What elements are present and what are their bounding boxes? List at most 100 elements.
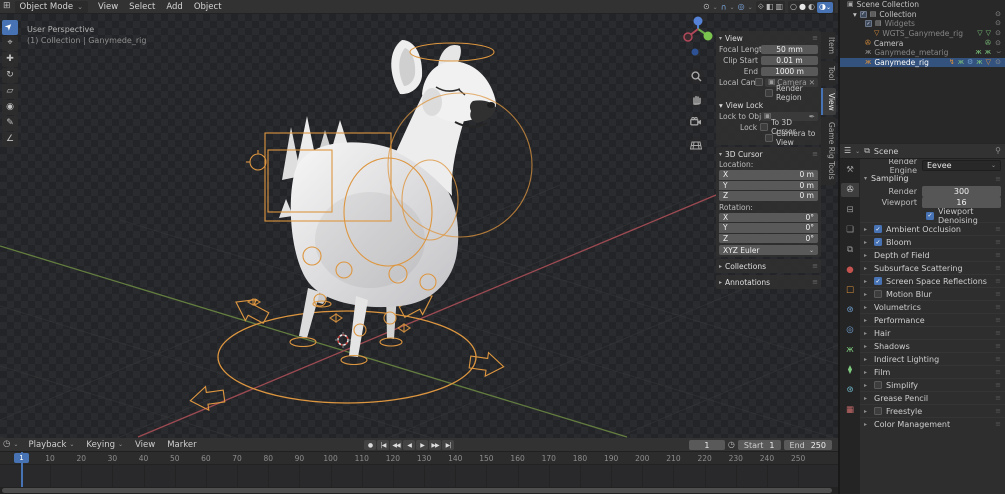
menu-select[interactable]: Select (129, 2, 155, 12)
properties-tab-view-layer[interactable]: ❏ (841, 223, 859, 237)
panel-bloom[interactable]: ▸ ✓ Bloom ≡ (860, 235, 1005, 248)
sidebar-tab-game-rig-tools[interactable]: Game Rig Tools (821, 117, 836, 186)
transform-tool[interactable]: ◉ (2, 100, 18, 115)
to-3d-cursor-checkbox[interactable] (760, 123, 769, 131)
modifier-icon[interactable]: ⚙ (967, 58, 973, 66)
timeline-editor-icon[interactable]: ◷ ⌄ (3, 440, 18, 449)
properties-tab-scene[interactable]: ⧉ (841, 243, 859, 257)
navigation-gizmo[interactable] (682, 16, 716, 60)
eye-open-icon[interactable]: ⊙ (995, 20, 1001, 27)
shape-icon[interactable]: ▽ (986, 58, 991, 66)
pivot-point-icon[interactable]: ⊙ (703, 3, 710, 11)
cursor-location-field[interactable]: X 0 m (719, 170, 818, 180)
panel-checkbox[interactable] (874, 381, 882, 389)
properties-tab-world[interactable]: ● (841, 263, 859, 277)
sidebar-tab-item[interactable]: Item (821, 32, 836, 60)
eye-open-icon[interactable]: ⊙ (995, 10, 1001, 18)
driver-icon[interactable]: ↯ (949, 58, 955, 66)
shading-material-icon[interactable]: ◐ (808, 3, 815, 11)
panel-checkbox[interactable]: ✓ (874, 277, 882, 285)
scale-tool[interactable]: ▱ (2, 84, 18, 99)
menu-view[interactable]: View (98, 2, 118, 12)
eye-closed-icon[interactable]: ⌣ (996, 49, 1001, 56)
cursor-tool[interactable]: ⌖ (2, 36, 18, 51)
panel-hair[interactable]: ▸ Hair ≡ (860, 326, 1005, 339)
panel-subsurface-scattering[interactable]: ▸ Subsurface Scattering ≡ (860, 261, 1005, 274)
editor-type-icon[interactable]: ☰ (844, 147, 851, 155)
rotate-tool[interactable]: ↻ (2, 68, 18, 83)
panel-performance[interactable]: ▸ Performance ≡ (860, 313, 1005, 326)
properties-tab-object[interactable]: □ (841, 283, 859, 297)
pan-hand-icon[interactable] (688, 91, 704, 107)
panel-checkbox[interactable]: ✓ (874, 225, 882, 233)
panel-motion-blur[interactable]: ▸ Motion Blur ≡ (860, 287, 1005, 300)
jump-end-button[interactable]: ▶| (442, 440, 454, 450)
play-button[interactable]: ▶ (416, 440, 428, 450)
cursor-location-field[interactable]: Y 0 m (719, 180, 818, 190)
prev-keyframe-button[interactable]: ◀◀ (390, 440, 402, 450)
panel-shadows[interactable]: ▸ Shadows ≡ (860, 339, 1005, 352)
properties-tab-tool[interactable]: ⚒ (841, 163, 859, 177)
panel-volumetrics[interactable]: ▸ Volumetrics ≡ (860, 300, 1005, 313)
viewport-3d[interactable]: User Perspective (1) Collection | Ganyme… (0, 0, 838, 438)
panel-checkbox[interactable]: ✓ (874, 238, 882, 246)
outliner-row[interactable]: ✓ ▤ Widgets ⊙ (840, 19, 1005, 29)
eye-open-icon[interactable]: ⊙ (995, 58, 1001, 66)
mesh-data-icon[interactable]: ▽ (977, 30, 982, 37)
collections-panel[interactable]: ▸ Collections ≡ (716, 259, 821, 273)
outliner-row[interactable]: ▣ Scene Collection (840, 0, 1005, 10)
panel-depth-of-field[interactable]: ▸ Depth of Field ≡ (860, 248, 1005, 261)
properties-tab-bone-constraint[interactable]: ⊛ (841, 383, 859, 397)
rotation-mode-dropdown[interactable]: XYZ Euler ⌄ (719, 245, 818, 255)
scene-3d[interactable] (0, 0, 838, 438)
jump-start-button[interactable]: |◀ (377, 440, 389, 450)
outliner-row[interactable]: ✇ Camera ✇ ⊙ (840, 38, 1005, 48)
properties-tab-constraints[interactable]: ◎ (841, 323, 859, 337)
camera-to-view-checkbox[interactable] (765, 134, 773, 142)
timeline-menu-playback[interactable]: Playback ⌄ (28, 440, 74, 450)
armature-data-icon[interactable]: ж (985, 49, 991, 56)
collection-checkbox[interactable]: ✓ (859, 10, 867, 18)
outliner-row[interactable]: ▽ WGTS_Ganymede_rig ▽ ▽ ⊙ (840, 29, 1005, 39)
play-reverse-button[interactable]: ◀ (403, 440, 415, 450)
panel-indirect-lighting[interactable]: ▸ Indirect Lighting ≡ (860, 352, 1005, 365)
shading-solid-icon[interactable]: ● (799, 3, 806, 11)
viewport-denoising-checkbox[interactable]: ✓ (926, 211, 934, 220)
panel-grease-pencil[interactable]: ▸ Grease Pencil ≡ (860, 391, 1005, 404)
timeline-menu-marker[interactable]: Marker (167, 440, 196, 450)
cursor-3d-panel-header[interactable]: ▾ 3D Cursor ≡ (719, 149, 818, 159)
cursor-rotation-field[interactable]: X 0° (719, 212, 818, 222)
outliner-row[interactable]: ▾ ✓ ▤ Collection ⊙ (840, 10, 1005, 20)
editor-type-icon[interactable]: ⊞ (3, 2, 11, 11)
timeline-scrollbar[interactable] (0, 487, 838, 494)
next-keyframe-button[interactable]: ▶▶ (429, 440, 441, 450)
cursor-rotation-field[interactable]: Z 0° (719, 233, 818, 243)
render-engine-dropdown[interactable]: Eevee ⌄ (922, 160, 1001, 171)
clip-end-field[interactable]: 1000 m (761, 66, 818, 76)
properties-tab-render[interactable]: ✇ (841, 183, 859, 197)
frame-end-field[interactable]: End 250 (783, 440, 832, 450)
record-button[interactable]: ● (364, 440, 376, 450)
sampling-panel-header[interactable]: ▾ Sampling ≡ (860, 172, 1005, 185)
current-frame-field[interactable]: 1 (688, 440, 725, 450)
outliner-row[interactable]: ж Ganymede_rig ↯ ж ⚙ ж ▽ ⊙ (840, 57, 1005, 68)
properties-tab-output[interactable]: ⊟ (841, 203, 859, 217)
cursor-rotation-field[interactable]: Y 0° (719, 223, 818, 233)
cursor-location-field[interactable]: Z 0 m (719, 191, 818, 201)
move-tool[interactable]: ✚ (2, 52, 18, 67)
shading-rendered-icon[interactable]: ◑ (819, 3, 826, 11)
camera-data-icon[interactable]: ✇ (985, 39, 991, 47)
viewport-canvas[interactable]: User Perspective (1) Collection | Ganyme… (0, 14, 838, 438)
menu-add[interactable]: Add (166, 2, 182, 12)
annotate-tool[interactable]: ✎ (2, 116, 18, 131)
properties-tab-armature-data[interactable]: ж (841, 343, 859, 357)
properties-tab-texture[interactable]: ▦ (841, 403, 859, 417)
view-panel-header[interactable]: ▾ View ≡ (719, 33, 818, 43)
ortho-grid-icon[interactable] (688, 137, 704, 153)
panel-screen-space-reflections[interactable]: ▸ ✓ Screen Space Reflections ≡ (860, 274, 1005, 287)
preview-range-clock-icon[interactable]: ◷ (728, 441, 735, 449)
mode-dropdown[interactable]: Object Mode ⌄ (14, 0, 88, 13)
sampling-render-field[interactable]: 300 (922, 186, 1001, 197)
clip-start-field[interactable]: 0.01 m (761, 55, 818, 65)
outliner-row[interactable]: ж Ganymede_metarig ж ж ⌣ (840, 48, 1005, 58)
